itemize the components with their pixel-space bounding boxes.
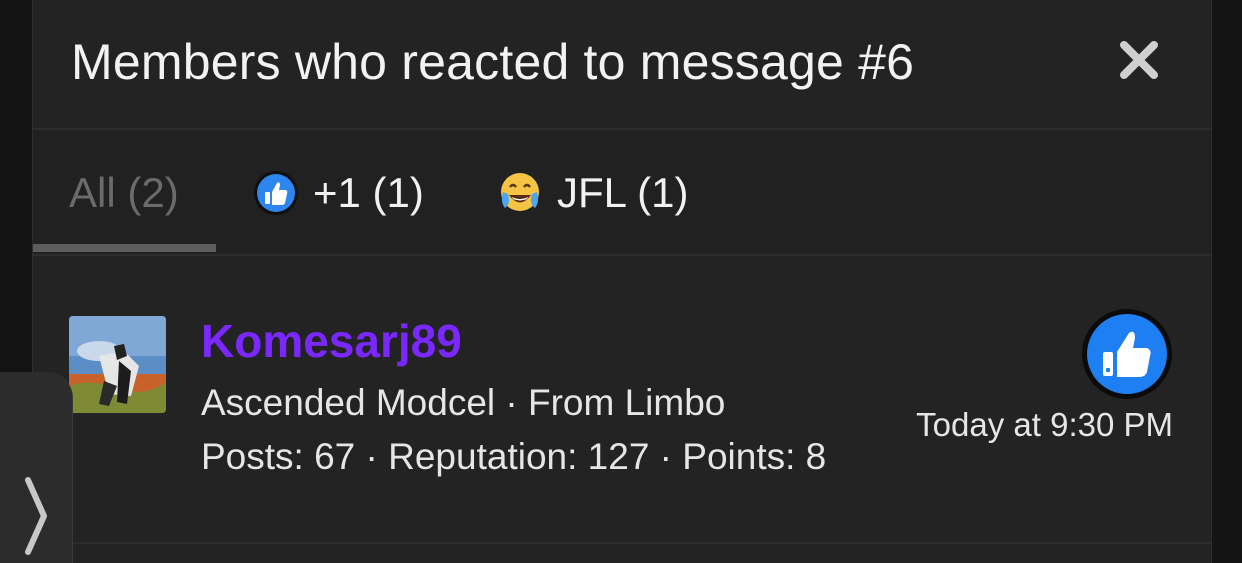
active-tab-indicator (33, 244, 216, 252)
tab-all[interactable]: All (2) (69, 168, 179, 218)
thumbs-up-reaction-icon (1082, 309, 1172, 399)
avatar[interactable] (69, 316, 166, 413)
tab-all-label: All (2) (69, 169, 179, 216)
reaction-time: Today at 9:30 PM (916, 406, 1173, 443)
tears-of-joy-emoji-icon (501, 173, 539, 211)
background-right (1212, 0, 1242, 563)
tab-plus-one[interactable]: +1 (1) (253, 168, 424, 218)
chevron-right-icon (25, 477, 47, 555)
tab-plus-one-label: +1 (1) (313, 169, 424, 216)
user-stats-line: Posts: 67 · Reputation: 127 · Points: 8 (201, 436, 827, 477)
tab-jfl[interactable]: JFL (1) (497, 168, 688, 218)
tab-jfl-label: JFL (1) (557, 169, 689, 216)
member-row: Komesarj89 Ascended Modcel · From Limbo … (33, 256, 1211, 544)
close-button[interactable] (1117, 38, 1161, 82)
username[interactable]: Komesarj89 (201, 314, 462, 368)
reaction-tabs: All (2) +1 (1) JFL (1) (33, 130, 1211, 256)
page: Members who reacted to message #6 All (2… (0, 0, 1242, 563)
modal-header: Members who reacted to message #6 (33, 0, 1211, 130)
close-icon (1120, 41, 1158, 79)
thumbs-up-emoji-icon (254, 171, 298, 215)
modal-title: Members who reacted to message #6 (71, 34, 915, 90)
avatar-image (69, 316, 166, 413)
reactions-modal: Members who reacted to message #6 All (2… (32, 0, 1212, 563)
user-title-line: Ascended Modcel · From Limbo (201, 382, 726, 423)
